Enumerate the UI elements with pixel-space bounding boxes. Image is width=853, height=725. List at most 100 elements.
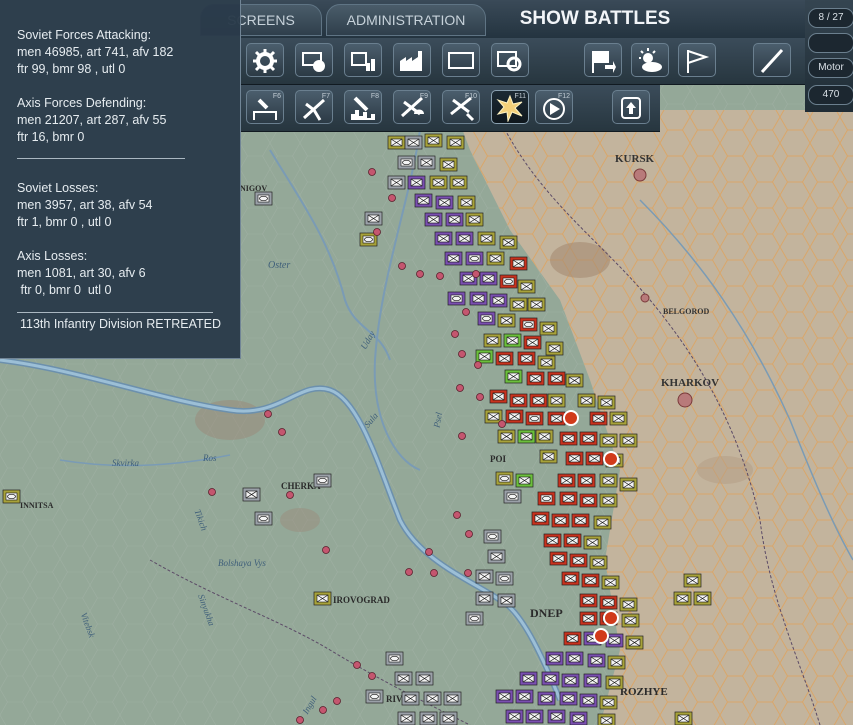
unit-counter[interactable] (387, 175, 406, 190)
unit-counter[interactable] (561, 571, 580, 586)
unit-counter[interactable] (621, 613, 640, 628)
gear-button[interactable] (246, 43, 284, 77)
unit-counter[interactable] (523, 335, 542, 350)
unit-counter[interactable] (539, 449, 558, 464)
unit-counter[interactable] (475, 349, 494, 364)
unit-counter[interactable] (435, 195, 454, 210)
unit-counter[interactable] (439, 711, 458, 725)
unit-counter[interactable] (551, 513, 570, 528)
unit-counter[interactable] (242, 487, 261, 502)
unit-counter[interactable] (527, 297, 546, 312)
unit-counter[interactable] (529, 393, 548, 408)
unit-counter[interactable] (313, 473, 332, 488)
tab-administration[interactable]: ADMINISTRATION (326, 4, 486, 36)
unit-counter[interactable] (559, 431, 578, 446)
unit-counter[interactable] (465, 212, 484, 227)
unit-counter[interactable] (495, 689, 514, 704)
unit-counter[interactable] (477, 311, 496, 326)
flag-arrow-button[interactable] (584, 43, 622, 77)
unit-counter[interactable] (504, 369, 523, 384)
unit-counter[interactable] (497, 593, 516, 608)
unit-counter[interactable] (397, 155, 416, 170)
unit-counter[interactable] (446, 135, 465, 150)
unit-counter[interactable] (404, 135, 423, 150)
arrow-circle-button[interactable]: F12 (535, 90, 573, 124)
paratroop-plane-button[interactable]: F9 (393, 90, 431, 124)
unit-counter[interactable] (557, 473, 576, 488)
unit-counter[interactable] (565, 651, 584, 666)
unit-counter[interactable] (517, 429, 536, 444)
unit-counter[interactable] (545, 651, 564, 666)
unit-counter[interactable] (563, 533, 582, 548)
unit-counter[interactable] (465, 251, 484, 266)
unit-counter[interactable] (619, 597, 638, 612)
unit-counter[interactable] (254, 511, 273, 526)
unit-counter[interactable] (2, 489, 21, 504)
unit-counter[interactable] (434, 231, 453, 246)
explosion-button[interactable]: F11 (491, 90, 529, 124)
unit-counter[interactable] (483, 333, 502, 348)
unit-counter[interactable] (439, 157, 458, 172)
bomber-button[interactable]: F10 (442, 90, 480, 124)
unit-counter[interactable] (417, 155, 436, 170)
unit-counter[interactable] (419, 711, 438, 725)
unit-counter[interactable] (547, 371, 566, 386)
unit-counter[interactable] (589, 555, 608, 570)
unit-counter[interactable] (545, 341, 564, 356)
battle-marker[interactable] (603, 610, 619, 626)
unit-counter[interactable] (415, 671, 434, 686)
unit-counter[interactable] (509, 256, 528, 271)
unit-counter[interactable] (469, 291, 488, 306)
unit-counter[interactable] (407, 175, 426, 190)
unit-counter[interactable] (581, 573, 600, 588)
unit-counter[interactable] (597, 713, 616, 725)
unit-counter[interactable] (495, 471, 514, 486)
unit-counter[interactable] (577, 473, 596, 488)
unit-counter[interactable] (495, 571, 514, 586)
unit-counter[interactable] (313, 591, 332, 606)
unit-counter[interactable] (509, 297, 528, 312)
unit-counter[interactable] (449, 175, 468, 190)
unit-counter[interactable] (625, 635, 644, 650)
rocket-city-button[interactable]: F8 (344, 90, 382, 124)
unit-counter[interactable] (563, 631, 582, 646)
unit-counter[interactable] (447, 291, 466, 306)
unit-counter[interactable] (537, 691, 556, 706)
unit-counter[interactable] (503, 489, 522, 504)
unit-counter[interactable] (599, 473, 618, 488)
unit-counter[interactable] (583, 535, 602, 550)
battle-marker[interactable] (593, 628, 609, 644)
movement-mode-indicator[interactable]: Motor (808, 58, 853, 78)
unit-counter[interactable] (515, 689, 534, 704)
unit-counter[interactable] (587, 653, 606, 668)
unit-counter[interactable] (599, 433, 618, 448)
unit-counter[interactable] (579, 693, 598, 708)
unit-counter[interactable] (444, 251, 463, 266)
unit-counter[interactable] (547, 709, 566, 724)
unit-counter[interactable] (505, 409, 524, 424)
unit-counter[interactable] (674, 711, 693, 725)
unit-counter[interactable] (401, 691, 420, 706)
unit-counter[interactable] (607, 655, 626, 670)
factory-button[interactable] (393, 43, 431, 77)
weather-button[interactable] (631, 43, 669, 77)
unit-counter[interactable] (605, 675, 624, 690)
unit-counter[interactable] (365, 689, 384, 704)
unit-counter[interactable] (397, 711, 416, 725)
unit-counter[interactable] (497, 429, 516, 444)
unit-counter[interactable] (535, 429, 554, 444)
flag-button[interactable] (678, 43, 716, 77)
unit-counter[interactable] (579, 593, 598, 608)
settings-box-button[interactable] (491, 43, 529, 77)
unit-counter[interactable] (619, 433, 638, 448)
unit-counter[interactable] (489, 389, 508, 404)
unit-counter[interactable] (519, 671, 538, 686)
unit-counter[interactable] (483, 529, 502, 544)
unit-counter[interactable] (579, 493, 598, 508)
unit-counter[interactable] (569, 711, 588, 725)
unit-counter[interactable] (517, 351, 536, 366)
unit-counter[interactable] (475, 569, 494, 584)
battle-marker[interactable] (603, 451, 619, 467)
unit-counter[interactable] (609, 411, 628, 426)
unit-counter[interactable] (495, 351, 514, 366)
